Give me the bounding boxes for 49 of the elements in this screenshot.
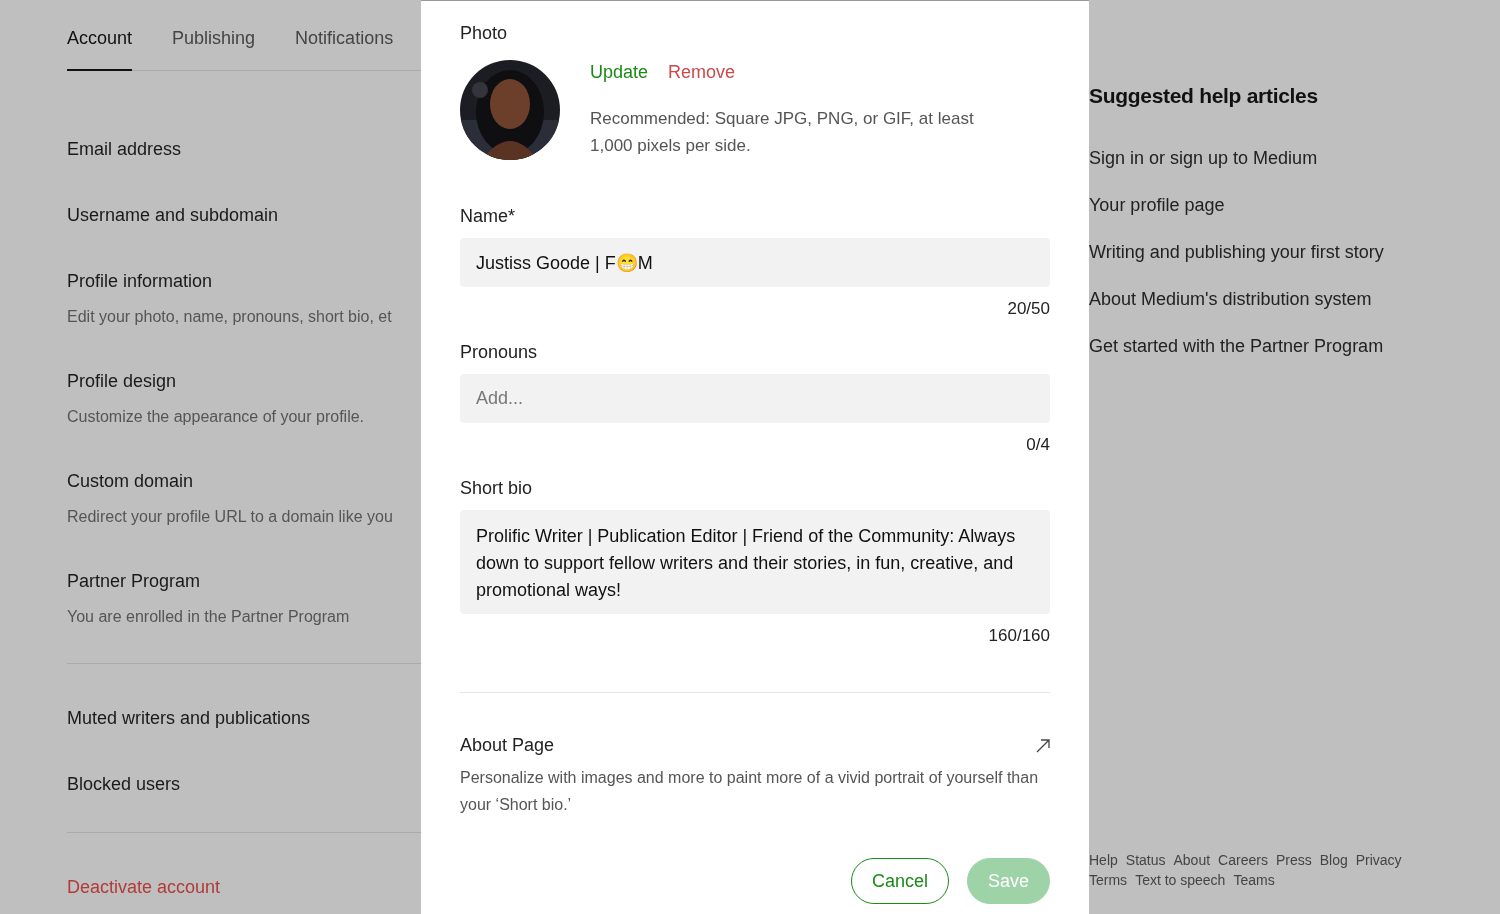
- settings-tab[interactable]: Publishing: [172, 28, 256, 71]
- help-article-link[interactable]: Writing and publishing your first story: [1089, 242, 1500, 263]
- character-counter: 20/50: [1007, 299, 1050, 319]
- input-field[interactable]: Justiss Goode | F😁M: [460, 238, 1050, 287]
- setting-title[interactable]: Blocked users: [67, 774, 421, 795]
- footer-link[interactable]: About: [1173, 852, 1211, 868]
- field-label: Pronouns: [460, 342, 539, 363]
- setting-title[interactable]: Custom domain: [67, 471, 421, 492]
- photo-hint: Recommended: Square JPG, PNG, or GIF, at least 1,000 pixels per side.: [590, 108, 975, 157]
- footer-link[interactable]: Text to speech: [1135, 872, 1226, 888]
- input-field[interactable]: Add...: [460, 374, 1050, 423]
- help-article-link[interactable]: About Medium's distribution system: [1089, 289, 1500, 310]
- setting-title[interactable]: Email address: [67, 139, 421, 160]
- help-article-link[interactable]: Get started with the Partner Program: [1089, 336, 1500, 357]
- footer-link[interactable]: Status: [1125, 852, 1166, 868]
- setting-description: Customize the appearance of your profile.: [67, 408, 366, 426]
- footer-link[interactable]: Terms: [1089, 872, 1128, 888]
- footer-link[interactable]: Teams: [1233, 872, 1275, 888]
- footer-link[interactable]: Press: [1275, 852, 1312, 868]
- setting-title[interactable]: Profile information: [67, 271, 421, 292]
- help-article-link[interactable]: Sign in or sign up to Medium: [1089, 148, 1500, 169]
- bio-field[interactable]: Prolific Writer | Publication Editor | Friend of the Community: Always down to support fellow writers and their stories, in fun, creative, and promotional ways!: [460, 510, 1050, 614]
- field-label: Name*: [460, 206, 517, 227]
- character-counter: 160/160: [988, 626, 1050, 646]
- setting-title[interactable]: Partner Program: [67, 571, 421, 592]
- settings-tab[interactable]: Account: [67, 28, 133, 71]
- cancel-button[interactable]: Cancel: [850, 858, 949, 904]
- update-link[interactable]: Update: [590, 62, 649, 83]
- field-label: Photo: [460, 23, 509, 44]
- setting-description: Redirect your profile URL to a domain like you: [67, 508, 394, 526]
- setting-description: Edit your photo, name, pronouns, short bio, et: [67, 308, 393, 326]
- character-counter: 0/4: [1026, 435, 1050, 455]
- deactivate-link[interactable]: Deactivate account: [67, 877, 421, 898]
- footer-link[interactable]: Privacy: [1355, 852, 1402, 868]
- help-article-link[interactable]: Your profile page: [1089, 195, 1500, 216]
- settings-tab[interactable]: Notifications: [295, 28, 394, 71]
- footer-link[interactable]: Careers: [1218, 852, 1268, 868]
- field-label: Short bio: [460, 478, 534, 499]
- setting-title[interactable]: Username and subdomain: [67, 205, 421, 226]
- section-title: About Page: [460, 735, 555, 756]
- setting-description: You are enrolled in the Partner Program: [67, 608, 351, 626]
- setting-title[interactable]: Profile design: [67, 371, 421, 392]
- external-link-icon[interactable]: [1036, 738, 1050, 753]
- section-description: Personalize with images and more to paint more of a vivid portrait of yourself than your ‘Short bio.’: [460, 768, 1040, 815]
- remove-link[interactable]: Remove: [668, 62, 736, 83]
- setting-title[interactable]: Muted writers and publications: [67, 708, 421, 729]
- help-heading: Suggested help articles: [1089, 84, 1319, 108]
- footer-link[interactable]: Help: [1089, 852, 1118, 868]
- footer-link[interactable]: Blog: [1319, 852, 1348, 868]
